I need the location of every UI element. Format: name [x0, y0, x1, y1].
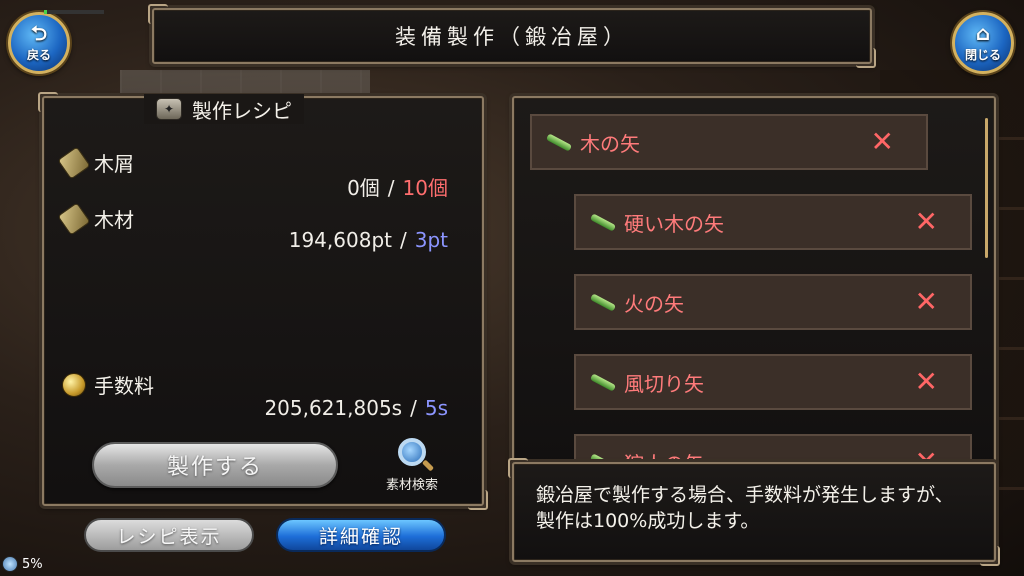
craft-button[interactable]: 製作する: [92, 442, 338, 488]
item-name: 木の矢: [580, 131, 640, 156]
item-list-panel[interactable]: 木の矢 ✕ 硬い木の矢 ✕ 火の矢 ✕ 風切り矢 ✕ 狩人の矢 ✕: [512, 96, 996, 472]
list-item[interactable]: 硬い木の矢 ✕: [574, 194, 972, 250]
message-box: 鍛冶屋で製作する場合、手数料が発生しますが、製作は100%成功します。: [508, 458, 1000, 566]
recipe-scroll-icon: ✦: [156, 98, 182, 120]
back-button[interactable]: ⮌ 戻る: [8, 12, 70, 74]
material-need: 10個: [402, 176, 448, 200]
separator: /: [387, 176, 395, 200]
arrow-icon: [589, 212, 617, 232]
status-progress-fill: [44, 10, 47, 14]
fee-row: 手数料: [62, 370, 154, 399]
status-text: 5%: [22, 556, 43, 572]
arrow-icon: [589, 292, 617, 312]
back-button-label: 戻る: [26, 48, 51, 62]
scrollbar[interactable]: [985, 118, 988, 258]
list-item[interactable]: 火の矢 ✕: [574, 274, 972, 330]
status-indicator: 5%: [2, 556, 43, 572]
material-amount-1: 194,608pt / 3pt: [289, 228, 448, 252]
item-name: 火の矢: [624, 291, 684, 316]
recipe-panel: ✦ 製作レシピ 木屑 0個 / 10個 木材 194,608pt / 3pt 手数料 2…: [38, 92, 488, 510]
item-name: 風切り矢: [624, 371, 704, 396]
unavailable-x-icon: ✕: [914, 365, 938, 398]
coin-icon: [62, 372, 86, 397]
list-item[interactable]: 木の矢 ✕: [530, 114, 928, 170]
page-title: 装備製作（鍛冶屋）: [395, 25, 629, 49]
magnifier-icon: [398, 438, 426, 466]
material-have: 0個: [347, 176, 380, 200]
unavailable-x-icon: ✕: [914, 285, 938, 318]
status-progress-bar: [44, 10, 104, 14]
fee-need: 5s: [424, 396, 448, 420]
lumber-icon: [57, 201, 91, 236]
fee-have: 205,621,805s: [264, 396, 403, 420]
item-name: 硬い木の矢: [624, 211, 724, 236]
arrow-icon: [589, 372, 617, 392]
arrow-icon: [545, 132, 573, 152]
wood-chip-icon: [57, 145, 91, 180]
status-icon: [2, 556, 18, 572]
material-row-0: 木屑: [57, 145, 134, 180]
fee-amount: 205,621,805s / 5s: [264, 396, 448, 420]
home-icon: ⌂: [975, 21, 991, 45]
fee-label: 手数料: [94, 374, 154, 398]
back-arrow-icon: ⮌: [30, 21, 48, 45]
recipe-header-title: 製作レシピ: [192, 98, 292, 123]
material-search-label: 素材検索: [385, 478, 438, 493]
message-text: 鍛冶屋で製作する場合、手数料が発生しますが、製作は100%成功します。: [536, 484, 954, 532]
material-row-1: 木材: [57, 201, 134, 236]
recipe-view-button[interactable]: レシピ表示: [84, 518, 254, 552]
close-button-label: 閉じる: [964, 48, 1001, 62]
material-amount-0: 0個 / 10個: [347, 172, 448, 201]
unavailable-x-icon: ✕: [914, 205, 938, 238]
material-have: 194,608pt: [288, 228, 392, 252]
list-item[interactable]: 風切り矢 ✕: [574, 354, 972, 410]
title-bar: 装備製作（鍛冶屋）: [148, 4, 876, 68]
material-name: 木屑: [94, 152, 134, 176]
material-search-button[interactable]: 素材検索: [370, 438, 454, 493]
close-button[interactable]: ⌂ 閉じる: [952, 12, 1014, 74]
material-need: 3pt: [414, 228, 448, 252]
detail-button[interactable]: 詳細確認: [276, 518, 446, 552]
material-name: 木材: [94, 208, 134, 232]
separator: /: [399, 228, 407, 252]
recipe-header: ✦ 製作レシピ: [144, 94, 304, 124]
separator: /: [410, 396, 417, 420]
unavailable-x-icon: ✕: [870, 125, 894, 158]
